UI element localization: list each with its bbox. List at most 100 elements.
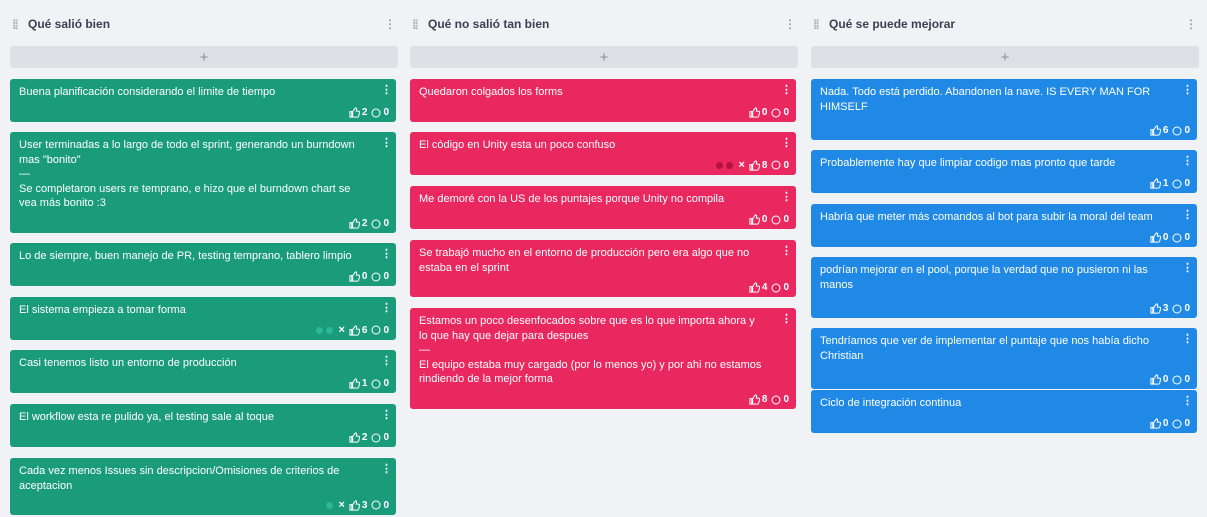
comment-icon[interactable] <box>1172 125 1182 136</box>
thumbs-up-icon[interactable] <box>1150 303 1161 314</box>
card[interactable]: Tendríamos que ver de implementar el pun… <box>811 328 1197 389</box>
comment-icon[interactable] <box>1172 303 1182 314</box>
comment-icon[interactable] <box>771 107 781 118</box>
thumbs-up-icon[interactable] <box>349 499 360 511</box>
comment-icon[interactable] <box>771 282 781 293</box>
drag-handle-icon[interactable]: ⁞⁞ <box>813 17 829 32</box>
thumbs-up-icon[interactable] <box>1150 418 1161 429</box>
comment-icon[interactable] <box>371 107 381 118</box>
card-menu-icon[interactable]: ⋮ <box>781 312 792 325</box>
card[interactable]: podrían mejorar en el pool, porque la ve… <box>811 257 1197 318</box>
comment-icon[interactable] <box>771 160 781 170</box>
thumbs-up-icon[interactable] <box>349 324 360 336</box>
card[interactable]: Cada vez menos Issues sin descripcion/Om… <box>10 458 396 515</box>
thumbs-up-icon[interactable] <box>1150 125 1161 136</box>
voter-avatar <box>326 501 334 509</box>
column-menu-icon[interactable]: ⋮ <box>784 17 796 31</box>
card-menu-icon[interactable]: ⋮ <box>781 136 792 149</box>
card[interactable]: Probablemente hay que limpiar codigo mas… <box>811 150 1197 193</box>
comment-icon[interactable] <box>371 378 381 389</box>
comment-icon[interactable] <box>371 218 381 229</box>
card-text: Quedaron colgados los forms <box>419 86 563 98</box>
add-card-button[interactable]: + <box>10 46 398 68</box>
remove-vote-icon[interactable]: × <box>738 159 744 171</box>
card-menu-icon[interactable]: ⋮ <box>781 244 792 257</box>
like-count: 3 <box>361 499 368 511</box>
comment-icon[interactable] <box>1172 232 1182 243</box>
comment-icon[interactable] <box>771 214 781 225</box>
card[interactable]: Estamos un poco desenfocados sobre que e… <box>410 308 796 409</box>
card-menu-icon[interactable]: ⋮ <box>381 83 392 96</box>
drag-handle-icon[interactable]: ⁞⁞ <box>412 17 428 32</box>
comment-icon[interactable] <box>371 500 381 510</box>
card-footer: 4 0 <box>749 282 789 293</box>
card[interactable]: Buena planificación considerando el limi… <box>10 79 396 122</box>
column-menu-icon[interactable]: ⋮ <box>384 17 396 31</box>
card[interactable]: El workflow esta re pulido ya, el testin… <box>10 404 396 447</box>
card-menu-icon[interactable]: ⋮ <box>381 301 392 314</box>
add-card-button[interactable]: + <box>410 46 798 68</box>
card-text: Se trabajó mucho en el entorno de produc… <box>419 247 750 274</box>
card-menu-icon[interactable]: ⋮ <box>1182 332 1193 345</box>
thumbs-up-icon[interactable] <box>1150 374 1161 385</box>
card[interactable]: Lo de siempre, buen manejo de PR, testin… <box>10 243 396 286</box>
comment-count: 0 <box>383 378 389 389</box>
card-menu-icon[interactable]: ⋮ <box>781 190 792 203</box>
card-menu-icon[interactable]: ⋮ <box>1182 261 1193 274</box>
card-menu-icon[interactable]: ⋮ <box>381 136 392 149</box>
column-menu-icon[interactable]: ⋮ <box>1185 17 1197 31</box>
comment-icon[interactable] <box>371 432 381 443</box>
card[interactable]: El sistema empieza a tomar forma ⋮ × 6 0 <box>10 297 396 340</box>
card-text: podrían mejorar en el pool, porque la ve… <box>820 264 1148 291</box>
card-menu-icon[interactable]: ⋮ <box>1182 208 1193 221</box>
remove-vote-icon[interactable]: × <box>338 499 344 511</box>
like-count: 6 <box>1162 125 1169 136</box>
comment-count: 0 <box>1184 303 1190 314</box>
card-menu-icon[interactable]: ⋮ <box>381 354 392 367</box>
thumbs-up-icon[interactable] <box>349 107 360 118</box>
card-menu-icon[interactable]: ⋮ <box>781 83 792 96</box>
thumbs-up-icon[interactable] <box>1150 178 1161 189</box>
card[interactable]: Me demoré con la US de los puntajes porq… <box>410 186 796 229</box>
comment-icon[interactable] <box>1172 374 1182 385</box>
comment-icon[interactable] <box>1172 178 1182 189</box>
comment-icon[interactable] <box>371 271 381 282</box>
card[interactable]: El código en Unity esta un poco confuso … <box>410 132 796 175</box>
thumbs-up-icon[interactable] <box>349 271 360 282</box>
thumbs-up-icon[interactable] <box>349 218 360 229</box>
thumbs-up-icon[interactable] <box>749 159 760 171</box>
thumbs-up-icon[interactable] <box>349 432 360 443</box>
like-count: 2 <box>361 107 368 118</box>
card[interactable]: Habría que meter más comandos al bot par… <box>811 204 1197 247</box>
card-text: Me demoré con la US de los puntajes porq… <box>419 193 725 205</box>
thumbs-up-icon[interactable] <box>349 378 360 389</box>
card-menu-icon[interactable]: ⋮ <box>1182 154 1193 167</box>
column-title: Qué salió bien <box>28 17 111 31</box>
comment-count: 0 <box>383 218 389 229</box>
thumbs-up-icon[interactable] <box>749 107 760 118</box>
add-card-button[interactable]: + <box>811 46 1199 68</box>
remove-vote-icon[interactable]: × <box>338 324 344 336</box>
card[interactable]: Se trabajó mucho en el entorno de produc… <box>410 240 796 297</box>
comment-icon[interactable] <box>1172 418 1182 429</box>
voter-avatar <box>716 161 724 169</box>
drag-handle-icon[interactable]: ⁞⁞ <box>12 17 28 32</box>
card-menu-icon[interactable]: ⋮ <box>1182 83 1193 96</box>
card-menu-icon[interactable]: ⋮ <box>381 462 392 475</box>
comment-icon[interactable] <box>371 325 381 335</box>
thumbs-up-icon[interactable] <box>1150 232 1161 243</box>
card[interactable]: Quedaron colgados los forms ⋮ 0 0 <box>410 79 796 122</box>
card[interactable]: User terminadas a lo largo de todo el sp… <box>10 132 396 233</box>
card[interactable]: Casi tenemos listo un entorno de producc… <box>10 350 396 393</box>
card[interactable]: Nada. Todo está perdido. Abandonen la na… <box>811 79 1197 140</box>
thumbs-up-icon[interactable] <box>749 394 760 405</box>
card-menu-icon[interactable]: ⋮ <box>381 408 392 421</box>
card-menu-icon[interactable]: ⋮ <box>381 247 392 260</box>
comment-count: 0 <box>783 159 789 171</box>
thumbs-up-icon[interactable] <box>749 214 760 225</box>
card-menu-icon[interactable]: ⋮ <box>1182 394 1193 407</box>
card-text: Casi tenemos listo un entorno de producc… <box>19 357 237 369</box>
comment-icon[interactable] <box>771 394 781 405</box>
card[interactable]: Ciclo de integración continua ⋮ 0 0 <box>811 390 1197 433</box>
thumbs-up-icon[interactable] <box>749 282 760 293</box>
